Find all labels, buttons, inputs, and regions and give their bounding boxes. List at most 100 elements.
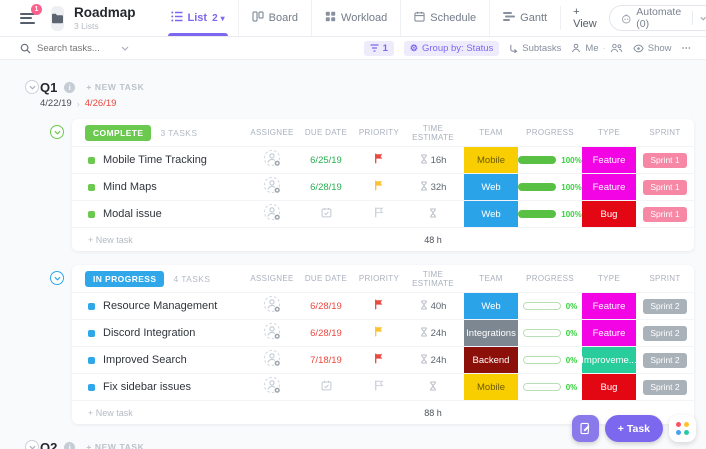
assignee-cell[interactable] [248, 347, 296, 373]
time-estimate-cell[interactable]: 32h [402, 174, 464, 200]
sprint-cell[interactable]: Sprint 2 [636, 320, 694, 346]
due-date-cell[interactable]: 6/25/19 [296, 147, 356, 173]
section-title[interactable]: Q1 [40, 80, 57, 95]
column-header-assignee[interactable]: ASSIGNEE [248, 128, 296, 137]
chevron-down-icon[interactable] [121, 46, 129, 51]
subtasks-button[interactable]: Subtasks [509, 43, 561, 54]
add-task-button[interactable]: + Task [605, 415, 663, 442]
due-date-cell[interactable]: 7/18/19 [296, 347, 356, 373]
column-header-team[interactable]: TEAM [464, 128, 518, 137]
tab-schedule[interactable]: Schedule [400, 0, 489, 36]
automate-button[interactable]: Automate (0) [609, 5, 706, 31]
sprint-badge[interactable]: Sprint 1 [643, 207, 686, 222]
more-options-button[interactable]: ⋯ [682, 43, 693, 54]
due-date-cell[interactable]: 6/28/19 [296, 320, 356, 346]
team-badge[interactable]: Mobile [464, 147, 518, 173]
column-header-sprint[interactable]: SPRINT [636, 274, 694, 283]
task-name-cell[interactable]: Discord Integration [72, 327, 248, 339]
add-view-button[interactable]: + View [560, 6, 609, 30]
team-badge[interactable]: Integrations [464, 320, 518, 346]
column-header-due-date[interactable]: DUE DATE [296, 128, 356, 137]
end-date[interactable]: 4/26/19 [85, 98, 117, 109]
type-cell[interactable]: Bug [582, 374, 636, 400]
progress-cell[interactable]: 0% [518, 347, 582, 373]
table-row[interactable]: Mobile Time Tracking6/25/1916hMobile100%… [72, 146, 694, 173]
column-header-sprint[interactable]: SPRINT [636, 128, 694, 137]
time-estimate-cell[interactable] [402, 201, 464, 227]
progress-cell[interactable]: 0% [518, 374, 582, 400]
time-estimate-cell[interactable] [402, 374, 464, 400]
type-cell[interactable]: Feature [582, 147, 636, 173]
table-row[interactable]: Discord Integration 6/28/19 24hIntegration… [72, 319, 694, 346]
assignee-cell[interactable] [248, 147, 296, 173]
team-cell[interactable]: Integrations [464, 320, 518, 346]
sprint-cell[interactable]: Sprint 2 [636, 347, 694, 373]
collapse-section-icon[interactable] [25, 440, 39, 449]
column-header-type[interactable]: TYPE [582, 128, 636, 137]
section-new-task-button[interactable]: + NEW TASK [86, 442, 144, 449]
progress-cell[interactable]: 100% [518, 201, 582, 227]
team-cell[interactable]: Backend [464, 347, 518, 373]
table-row[interactable]: Fix sidebar issues Mobile0%BugSprint 2 [72, 373, 694, 400]
team-badge[interactable]: Backend [464, 347, 518, 373]
search-box[interactable] [20, 43, 140, 54]
apps-grid-button[interactable] [669, 415, 696, 442]
task-name-cell[interactable]: Fix sidebar issues [72, 381, 248, 393]
tab-board[interactable]: Board [238, 0, 311, 36]
table-row[interactable]: Modal issueWeb100%BugSprint 1 [72, 200, 694, 227]
info-icon[interactable]: i [64, 82, 75, 93]
team-cell[interactable]: Mobile [464, 147, 518, 173]
sprint-cell[interactable]: Sprint 1 [636, 147, 694, 173]
assignee-cell[interactable] [248, 174, 296, 200]
sprint-cell[interactable]: Sprint 2 [636, 374, 694, 400]
people-icon[interactable] [610, 43, 623, 53]
sprint-badge[interactable]: Sprint 2 [643, 326, 686, 341]
sprint-cell[interactable]: Sprint 1 [636, 201, 694, 227]
type-badge[interactable]: Feature [582, 147, 636, 173]
progress-cell[interactable]: 0% [518, 320, 582, 346]
column-header-priority[interactable]: PRIORITY [356, 128, 402, 137]
table-row[interactable]: Mind Maps6/28/1932hWeb100%FeatureSprint … [72, 173, 694, 200]
column-header-priority[interactable]: PRIORITY [356, 274, 402, 283]
team-cell[interactable]: Web [464, 174, 518, 200]
column-header-time-estimate[interactable]: TIME ESTIMATE [402, 270, 464, 288]
table-row[interactable]: Resource Management6/28/1940hWeb0%Featur… [72, 292, 694, 319]
team-cell[interactable]: Web [464, 293, 518, 319]
tab-workload[interactable]: Workload [311, 0, 400, 36]
sprint-badge[interactable]: Sprint 1 [643, 180, 686, 195]
team-badge[interactable]: Web [464, 201, 518, 227]
assignee-cell[interactable] [248, 201, 296, 227]
due-date-cell[interactable]: 6/28/19 [296, 174, 356, 200]
assignee-cell[interactable] [248, 320, 296, 346]
new-doc-button[interactable] [572, 415, 599, 442]
sidebar-menu-icon[interactable]: 1 [20, 10, 35, 26]
team-cell[interactable]: Web [464, 201, 518, 227]
time-estimate-cell[interactable]: 24h [402, 320, 464, 346]
task-name-cell[interactable]: Modal issue [72, 208, 248, 220]
sprint-cell[interactable]: Sprint 2 [636, 293, 694, 319]
priority-cell[interactable] [356, 147, 402, 173]
due-date-cell[interactable] [296, 201, 356, 227]
sprint-badge[interactable]: Sprint 1 [643, 153, 686, 168]
priority-cell[interactable] [356, 320, 402, 346]
time-estimate-cell[interactable]: 16h [402, 147, 464, 173]
sprint-badge[interactable]: Sprint 2 [643, 299, 686, 314]
sprint-badge[interactable]: Sprint 2 [643, 353, 686, 368]
collapse-group-icon[interactable] [50, 271, 64, 285]
column-header-type[interactable]: TYPE [582, 274, 636, 283]
team-cell[interactable]: Mobile [464, 374, 518, 400]
priority-cell[interactable] [356, 201, 402, 227]
progress-cell[interactable]: 100% [518, 174, 582, 200]
column-header-progress[interactable]: PROGRESS [518, 128, 582, 137]
priority-cell[interactable] [356, 293, 402, 319]
time-estimate-cell[interactable]: 24h [402, 347, 464, 373]
show-button[interactable]: Show [633, 43, 672, 54]
sprint-cell[interactable]: Sprint 1 [636, 174, 694, 200]
type-cell[interactable]: Improveme... [582, 347, 636, 373]
assignee-cell[interactable] [248, 293, 296, 319]
type-cell[interactable]: Feature [582, 293, 636, 319]
type-badge[interactable]: Improveme... [582, 347, 636, 373]
section-new-task-button[interactable]: + NEW TASK [86, 82, 144, 92]
collapse-group-icon[interactable] [50, 125, 64, 139]
type-badge[interactable]: Bug [582, 374, 636, 400]
